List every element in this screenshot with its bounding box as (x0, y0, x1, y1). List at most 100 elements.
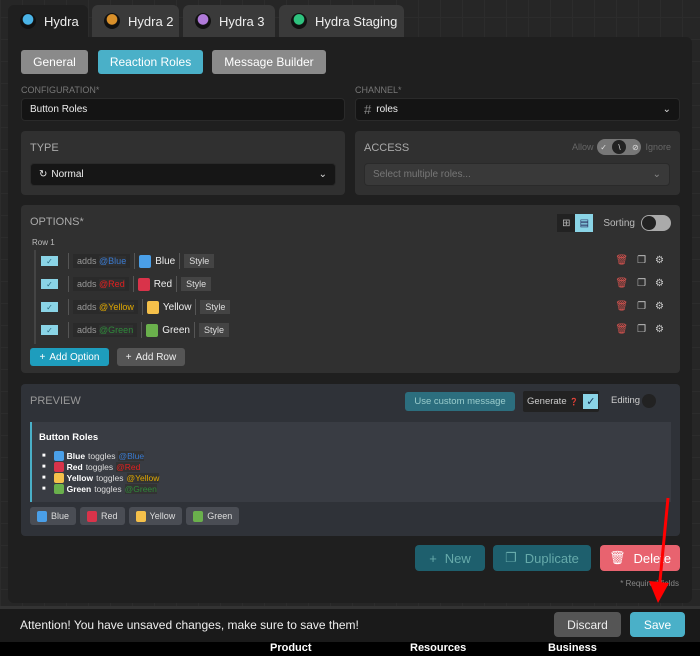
tab-message-builder[interactable]: Message Builder (212, 50, 326, 74)
option-role[interactable]: adds @Red (73, 277, 129, 291)
preview-title: PREVIEW (30, 395, 81, 407)
plus-icon: + (125, 351, 132, 363)
style-button[interactable]: Style (184, 254, 215, 268)
gear-icon[interactable]: ⚙ (655, 255, 664, 266)
option-row: ✓ adds @Green Green Style (41, 321, 230, 339)
chevron-down-icon: ⌄ (662, 104, 671, 115)
configuration-label: CONFIGURATION* (21, 85, 100, 95)
add-option-label: Add Option (49, 351, 100, 363)
option-enabled-checkbox[interactable]: ✓ (41, 325, 58, 335)
preview-list-item: ■ Yellow toggles @Yellow (42, 472, 160, 483)
option-enabled-checkbox[interactable]: ✓ (41, 302, 58, 312)
duplicate-label: Duplicate (524, 550, 579, 566)
save-button[interactable]: Save (630, 612, 685, 637)
emoji-swatch-icon (87, 510, 98, 522)
preview-role-button[interactable]: Green (186, 507, 240, 525)
preview-role-button[interactable]: Yellow (128, 507, 183, 525)
configuration-value: Button Roles (30, 104, 88, 115)
type-value: Normal (51, 169, 84, 180)
help-icon: ❓ (569, 398, 579, 406)
access-box: ACCESS Allow ✓ \ ⊘ Ignore Select multiple … (355, 131, 680, 195)
copy-icon[interactable]: ❐ (637, 324, 646, 335)
emoji-swatch-icon (53, 472, 64, 483)
option-enabled-checkbox[interactable]: ✓ (41, 279, 58, 289)
list-view-icon[interactable]: ▤ (575, 214, 594, 232)
footer-resources[interactable]: Resources (410, 642, 466, 655)
generate-label: Generate (527, 396, 567, 407)
preview-role-button[interactable]: Blue (30, 507, 77, 525)
trash-icon[interactable]: 🗑 (615, 324, 628, 335)
trash-icon[interactable]: 🗑 (615, 301, 628, 312)
option-role[interactable]: adds @Yellow (73, 300, 138, 314)
new-button[interactable]: + New (415, 545, 485, 571)
grid-view-icon[interactable]: ⊞ (557, 214, 576, 232)
bot-tab-1[interactable]: Hydra 2 (92, 5, 179, 37)
style-button[interactable]: Style (199, 323, 230, 337)
preview-list-item: ■ Red toggles @Red (42, 461, 141, 472)
options-title: OPTIONS* (30, 216, 84, 228)
discard-button[interactable]: Discard (554, 612, 621, 637)
footer-product[interactable]: Product (270, 642, 312, 655)
duplicate-button[interactable]: ❐ Duplicate (493, 545, 591, 571)
tab-general[interactable]: General (21, 50, 88, 74)
chevron-down-icon: ⌄ (318, 169, 327, 180)
option-label: Blue (155, 255, 176, 267)
emoji-swatch-icon (53, 483, 64, 494)
bot-avatar-icon (104, 13, 120, 29)
add-row-label: Add Row (135, 351, 177, 363)
option-role[interactable]: adds @Green (73, 323, 138, 337)
message-preview: Button Roles ■ Blue toggles @Blue ■ Red toggle… (30, 422, 671, 502)
access-toggle[interactable]: ✓ \ ⊘ (597, 139, 642, 155)
footer-business[interactable]: Business (548, 642, 597, 655)
preview-list-item: ■ Green toggles @Green (42, 483, 157, 494)
emoji-swatch-icon (146, 300, 159, 314)
emoji-swatch-icon (137, 277, 150, 291)
bot-tab-2[interactable]: Hydra 3 (183, 5, 275, 37)
copy-icon[interactable]: ❐ (637, 255, 646, 266)
copy-icon[interactable]: ❐ (637, 301, 646, 312)
generate-checkbox[interactable]: ✓ (583, 394, 599, 409)
roles-select[interactable]: Select multiple roles... ⌄ (364, 163, 670, 186)
gear-icon[interactable]: ⚙ (655, 324, 664, 335)
gear-icon[interactable]: ⚙ (655, 301, 664, 312)
bot-tab-3[interactable]: Hydra Staging (279, 5, 404, 37)
style-button[interactable]: Style (181, 277, 212, 291)
channel-value: roles (376, 104, 398, 115)
style-button[interactable]: Style (200, 300, 231, 314)
preview-box: PREVIEW Use custom message Generate ❓ ✓ E… (21, 384, 680, 536)
bot-tab-label: Hydra 3 (219, 13, 265, 29)
gear-icon[interactable]: ⚙ (655, 278, 664, 289)
trash-icon: 🗑 (608, 550, 626, 565)
add-row-button[interactable]: + Add Row (117, 348, 185, 366)
trash-icon[interactable]: 🗑 (615, 278, 628, 289)
channel-select[interactable]: # roles ⌄ (355, 98, 680, 121)
option-row: ✓ adds @Yellow Yellow Style (41, 298, 231, 316)
bot-tab-0[interactable]: Hydra (8, 5, 88, 37)
preview-list-item: ■ Blue toggles @Blue (42, 450, 145, 461)
option-role[interactable]: adds @Blue (73, 254, 131, 268)
type-select[interactable]: ↻ Normal ⌄ (30, 163, 336, 186)
sorting-label: Sorting (603, 217, 635, 229)
channel-label: CHANNEL* (355, 85, 402, 95)
editing-label: Editing (611, 395, 641, 406)
emoji-swatch-icon (146, 323, 159, 337)
option-label: Red (153, 278, 173, 290)
option-enabled-checkbox[interactable]: ✓ (41, 256, 58, 266)
bot-tab-label: Hydra (44, 13, 79, 29)
hash-icon: # (364, 102, 372, 117)
add-option-button[interactable]: + Add Option (30, 348, 109, 366)
configuration-input[interactable]: Button Roles (21, 98, 345, 121)
trash-icon[interactable]: 🗑 (615, 255, 628, 266)
use-custom-message-button[interactable]: Use custom message (405, 392, 515, 411)
preview-role-button[interactable]: Red (80, 507, 125, 525)
bot-avatar-icon (20, 13, 36, 29)
plus-icon: + (39, 351, 46, 363)
access-title: ACCESS (364, 142, 410, 154)
sorting-toggle[interactable] (641, 215, 671, 231)
emoji-swatch-icon (53, 450, 64, 461)
roles-placeholder: Select multiple roles... (373, 169, 471, 180)
emoji-swatch-icon (135, 510, 146, 522)
copy-icon[interactable]: ❐ (637, 278, 646, 289)
tab-reaction-roles[interactable]: Reaction Roles (98, 50, 203, 74)
allow-label: Allow (571, 142, 594, 152)
